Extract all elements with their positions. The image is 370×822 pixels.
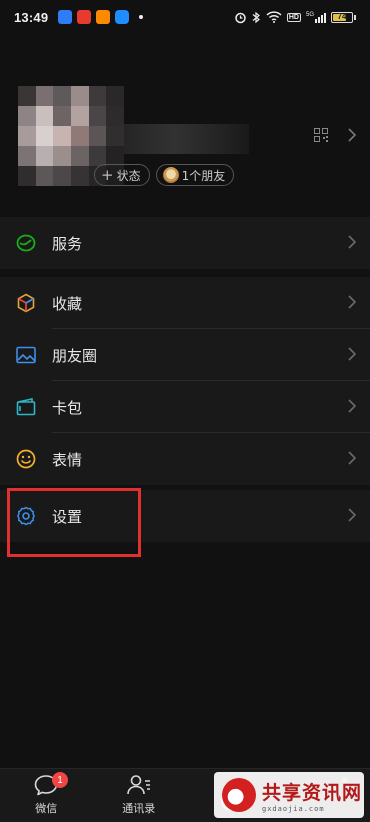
moments-photo-icon (16, 345, 36, 365)
contacts-icon (126, 775, 150, 795)
menu-item-favorites[interactable]: 收藏 (0, 277, 370, 329)
battery-level: 74 (337, 11, 347, 21)
qr-code-icon[interactable] (314, 128, 328, 142)
watermark-emblem-icon (222, 778, 256, 812)
chevron-right-icon (348, 508, 356, 522)
plus-icon: + (101, 165, 114, 184)
app-icon-1 (58, 10, 73, 24)
menu-label: 表情 (52, 450, 83, 469)
hd-icon: HD (286, 12, 301, 22)
tab-chats[interactable]: 微信 1 (0, 769, 93, 822)
battery-icon: 74 (331, 11, 356, 23)
wifi-icon (266, 11, 282, 23)
watermark-title: 共享资讯网 (262, 781, 363, 804)
alarm-icon (235, 12, 246, 23)
menu-label: 卡包 (52, 398, 83, 417)
chevron-right-icon (348, 399, 356, 413)
main-menu-group: 收藏 朋友圈 卡包 表情 (0, 277, 370, 485)
cards-wallet-icon (16, 397, 36, 417)
signal-label: 5G (305, 11, 314, 18)
menu-label: 收藏 (52, 294, 83, 313)
friends-status-button[interactable]: 1个朋友 (155, 164, 235, 186)
menu-label: 服务 (52, 234, 83, 253)
app-icon-3 (96, 10, 111, 24)
signal-icon: 5G (306, 12, 326, 23)
friend-avatar-icon (162, 167, 179, 183)
services-icon (16, 233, 36, 253)
tab-label: 通讯录 (122, 802, 156, 815)
stickers-smiley-icon (16, 449, 36, 469)
chevron-right-icon (348, 347, 356, 361)
chevron-right-icon (348, 451, 356, 465)
blurred-nickname (124, 124, 249, 154)
notification-app-icons (58, 10, 130, 24)
tab-label: 微信 (35, 802, 58, 815)
menu-item-stickers[interactable]: 表情 (0, 433, 370, 485)
chevron-right-icon[interactable] (348, 128, 356, 142)
site-watermark-logo: 共享资讯网 gxdaojia.com (214, 772, 364, 818)
unread-badge: 1 (52, 772, 68, 788)
more-notifications-dot (139, 15, 144, 19)
chevron-right-icon (348, 235, 356, 249)
friends-button-label: 1个朋友 (181, 168, 226, 183)
status-time: 13:49 (14, 9, 49, 25)
bluetooth-icon (252, 11, 260, 23)
highlight-box (7, 488, 141, 557)
services-group: 服务 (0, 217, 370, 269)
tab-contacts[interactable]: 通讯录 (93, 769, 186, 822)
app-icon-2 (77, 10, 92, 24)
menu-label: 朋友圈 (52, 346, 98, 365)
status-bar: 13:49 HD 5G 74 (0, 0, 370, 34)
menu-item-moments[interactable]: 朋友圈 (0, 329, 370, 381)
app-icon-4 (115, 10, 130, 24)
status-button-label: 状态 (116, 168, 141, 183)
menu-item-services[interactable]: 服务 (0, 217, 370, 269)
menu-item-cards[interactable]: 卡包 (0, 381, 370, 433)
favorites-cube-icon (16, 293, 36, 313)
profile-header[interactable]: + 状态 1个朋友 (0, 34, 370, 194)
chevron-right-icon (348, 295, 356, 309)
add-status-button[interactable]: + 状态 (94, 164, 150, 186)
watermark-url: gxdaojia.com (262, 804, 325, 813)
